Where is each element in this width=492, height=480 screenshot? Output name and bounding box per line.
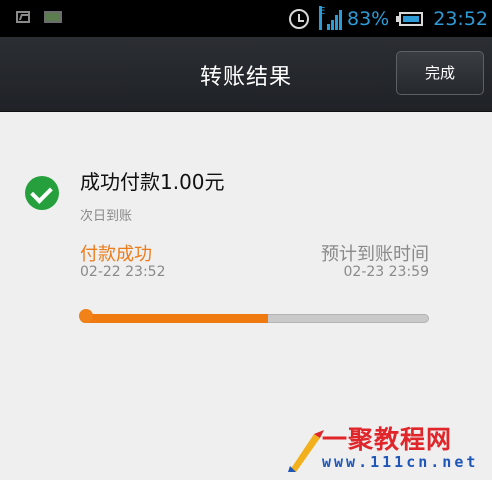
transfer-progress-bar (79, 309, 429, 323)
done-button[interactable]: 完成 (396, 51, 484, 95)
notification-icons (16, 11, 62, 23)
signal-icon: E (319, 6, 343, 30)
watermark-url: www.111cn.net (322, 453, 479, 471)
progress-start-marker (79, 309, 93, 323)
payment-status-label: 付款成功 (80, 244, 152, 265)
picture-icon (16, 11, 30, 23)
progress-fill (81, 314, 268, 323)
arrival-note: 次日到账 (80, 209, 133, 224)
watermark: 一聚教程网 www.111cn.net (286, 420, 486, 476)
payment-time: 02-22 23:52 (80, 264, 166, 280)
alarm-icon (289, 9, 309, 29)
payment-amount-title: 成功付款1.00元 (80, 170, 225, 194)
status-bar: E 83% 23:52 (0, 0, 492, 37)
watermark-brand: 一聚教程网 (322, 425, 453, 454)
book-icon (44, 11, 62, 23)
expected-arrival-label: 预计到账时间 (321, 244, 429, 265)
battery-percent: 83% (347, 8, 390, 30)
status-time: 23:52 (433, 8, 488, 30)
expected-arrival-time: 02-23 23:59 (343, 264, 429, 280)
system-indicators: E 83% 23:52 (289, 5, 492, 33)
check-circle-icon (25, 176, 59, 210)
title-bar: 转账结果 完成 (0, 37, 492, 112)
battery-icon (396, 12, 424, 26)
pen-logo-icon (288, 430, 324, 472)
network-type: E (319, 6, 325, 30)
